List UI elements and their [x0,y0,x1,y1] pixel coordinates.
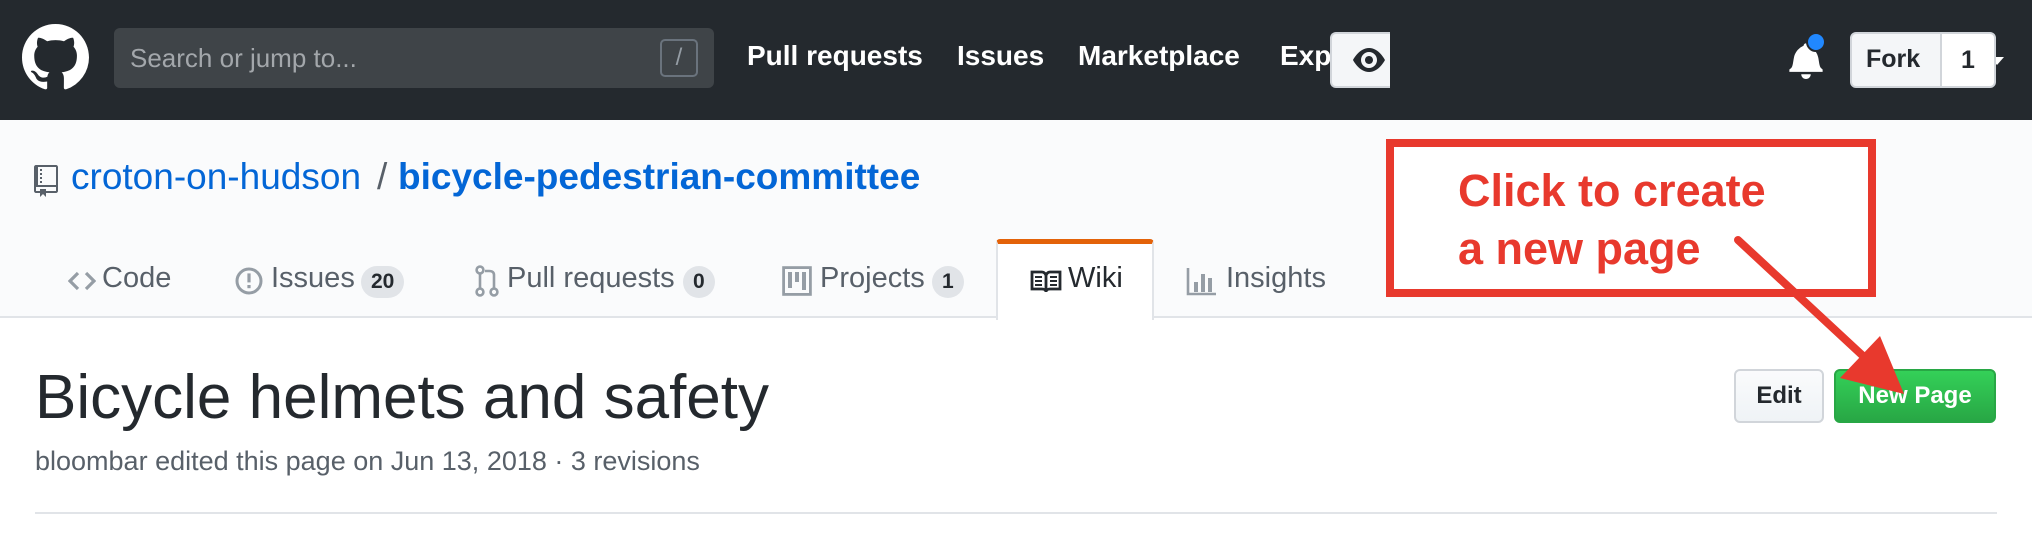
repo-owner-link[interactable]: croton-on-hudson [71,156,361,198]
issue-icon [235,267,263,295]
pull-requests-counter: 0 [683,266,715,298]
search-input[interactable] [130,28,650,88]
new-page-button[interactable]: New Page [1834,369,1996,423]
nav-pull-requests[interactable]: Pull requests [747,40,923,72]
repo-path-separator: / [377,156,388,197]
project-icon [782,266,812,296]
issues-counter: 20 [361,266,405,298]
graph-icon [1186,268,1216,296]
annotation-callout-text: Click to create a new page [1458,162,1838,278]
content-divider [35,512,1997,514]
annotation-line-2: a new page [1458,223,1701,274]
tab-projects[interactable]: Projects [820,262,925,295]
fork-label[interactable]: Fork [1866,45,1920,74]
tab-code[interactable]: Code [102,262,171,295]
code-icon [68,271,96,291]
search-box[interactable]: / [114,28,714,88]
tab-pull-requests[interactable]: Pull requests [507,262,675,295]
nav-issues[interactable]: Issues [957,40,1044,72]
pull-request-icon [475,265,499,297]
nav-marketplace[interactable]: Marketplace [1078,40,1240,72]
repo-name-link[interactable]: bicycle-pedestrian-committee [398,156,920,198]
page-title: Bicycle helmets and safety [35,363,770,432]
search-shortcut-hint: / [660,39,698,77]
eye-icon [1353,48,1385,72]
book-icon [1030,270,1062,293]
github-logo-icon[interactable] [22,24,89,91]
top-navbar: / Pull requests Issues Marketplace Explo… [0,0,2032,120]
tab-insights[interactable]: Insights [1226,262,1326,295]
annotation-line-1: Click to create [1458,165,1766,216]
edit-button[interactable]: Edit [1734,369,1824,423]
notification-indicator [1806,32,1826,52]
fork-count[interactable]: 1 [1940,32,1996,88]
projects-counter: 1 [932,266,964,298]
repo-icon [34,165,58,197]
tab-issues[interactable]: Issues [271,262,355,295]
page-edit-meta: bloombar edited this page on Jun 13, 201… [35,446,700,476]
tab-wiki-label[interactable]: Wiki [1068,262,1123,295]
